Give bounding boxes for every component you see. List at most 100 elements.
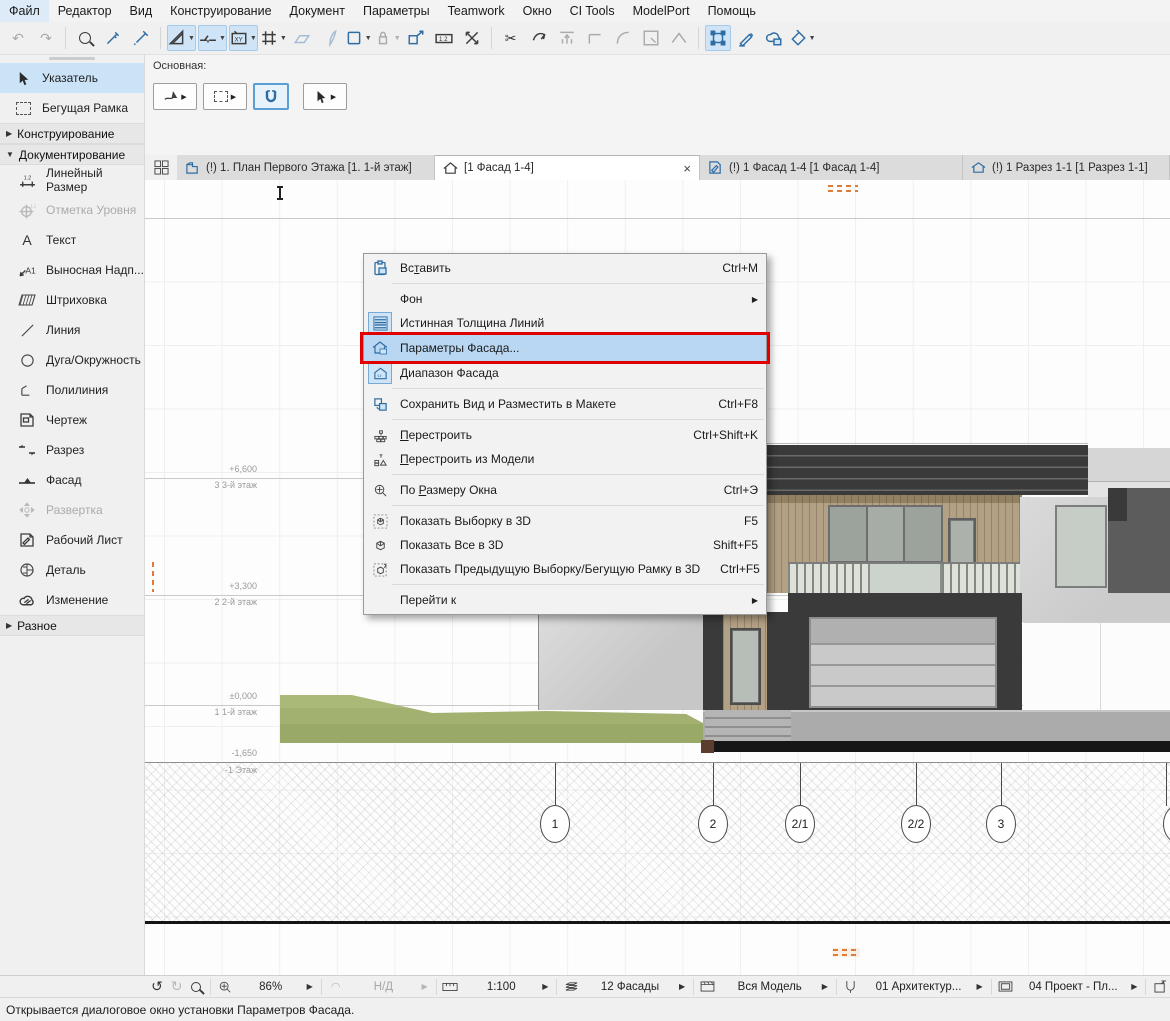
scale-icon[interactable] [441,982,461,992]
navigate-back-icon[interactable]: ↺ [147,978,167,995]
tool-label[interactable]: A1 Выносная Надп... [0,255,144,285]
edit-selection-icon[interactable] [705,25,731,51]
menu-item-show-previous-3d[interactable]: Показать Предыдущую Выборку/Бегущую Рамк… [364,557,766,581]
tool-linear-dimension[interactable]: 1.2 Линейный Размер [0,165,144,195]
tool-line[interactable]: Линия [0,315,144,345]
new-window-icon[interactable] [1150,980,1170,993]
menu-ci-tools[interactable]: CI Tools [561,0,624,22]
coordinates-xy-icon[interactable]: XY▼ [229,25,258,51]
feather-icon[interactable] [317,25,343,51]
paint-bucket-icon[interactable]: ▼ [789,25,816,51]
zoom-in-icon[interactable] [186,982,206,992]
magnet-toggle-button[interactable] [253,83,289,110]
tool-change[interactable]: Изменение [0,585,144,615]
tab-section[interactable]: (!) 1 Разрез 1-1 [1 Разрез 1-1] [963,155,1170,180]
close-icon[interactable]: × [683,161,691,176]
tool-level-dimension[interactable]: 1.2 Отметка Уровня [0,195,144,225]
section-design[interactable]: ▶ Конструирование [0,123,144,144]
dimension-12-icon[interactable]: 1 2 [431,25,457,51]
orientation-control[interactable]: Н/Д ▶ [345,981,431,993]
menu-item-paste[interactable]: Вставить Ctrl+M [364,256,766,280]
marquee-options-icon[interactable]: ▼ [345,25,372,51]
favorites-cloud-icon[interactable] [761,25,787,51]
menu-item-background[interactable]: Фон ▶ [364,287,766,311]
menu-item-show-all-3d[interactable]: Показать Все в 3D Shift+F5 [364,533,766,557]
marquee-method-button[interactable]: ▶ [203,83,247,110]
tool-interior-elevation[interactable]: Развертка [0,495,144,525]
menu-options[interactable]: Параметры [354,0,439,22]
tool-detail[interactable]: Деталь [0,555,144,585]
tool-text[interactable]: A Текст [0,225,144,255]
section-documentation[interactable]: ▼ Документирование [0,144,144,165]
master-layout-control[interactable]: 04 Проект - Пл... ▶ [1015,981,1141,993]
tool-marquee[interactable]: Бегущая Рамка [0,93,144,123]
menu-item-save-view[interactable]: Сохранить Вид и Разместить в Макете Ctrl… [364,392,766,416]
redo-icon[interactable]: ↷ [33,25,59,51]
tool-polyline[interactable]: Полилиния [0,375,144,405]
selection-method-button[interactable]: ▶ [153,83,197,110]
drawing-canvas[interactable]: +6,600 3 3-й этаж +3,300 2 2-й этаж ±0,0… [145,180,1170,975]
menu-document[interactable]: Документ [281,0,354,22]
adjust-icon[interactable] [526,25,552,51]
renovation-filter-control[interactable]: Вся Модель ▶ [718,981,832,993]
tool-drawing[interactable]: Чертеж [0,405,144,435]
tool-fill[interactable]: Штриховка [0,285,144,315]
tab-elevation-worksheet[interactable]: (!) 1 Фасад 1-4 [1 Фасад 1-4] [700,155,963,180]
suspend-groups-icon[interactable]: ▼ [374,25,401,51]
scale-control[interactable]: 1:100 ▶ [460,981,552,993]
layers-icon[interactable] [561,980,581,993]
pen-set-control[interactable]: 01 Архитектур... ▶ [861,981,987,993]
menu-window[interactable]: Окно [514,0,561,22]
tab-floor-plan[interactable]: (!) 1. План Первого Этажа [1. 1-й этаж] [177,155,435,180]
fillet-icon[interactable] [610,25,636,51]
layer-combination-control[interactable]: 12 Фасады ▶ [581,981,689,993]
guide-lines-icon[interactable]: ▼ [167,25,196,51]
intersect-icon[interactable] [582,25,608,51]
section-more[interactable]: ▶ Разное [0,615,144,636]
panel-grip[interactable] [49,57,95,60]
menu-design[interactable]: Конструирование [161,0,280,22]
menu-item-go-to[interactable]: Перейти к ▶ [364,588,766,612]
tool-worksheet[interactable]: Рабочий Лист [0,525,144,555]
find-select-icon[interactable] [72,25,98,51]
tool-elevation[interactable]: Фасад [0,465,144,495]
menu-view[interactable]: Вид [121,0,162,22]
menu-item-rebuild-from-model[interactable]: Перестроить из Модели [364,447,766,471]
quick-options-icon[interactable] [145,155,177,180]
layout-icon[interactable] [996,981,1016,992]
zoom-level-control[interactable]: 86% ▶ [235,981,317,993]
fit-in-window-icon[interactable] [215,980,235,994]
resize-icon[interactable] [638,25,664,51]
transform-icon[interactable] [403,25,429,51]
pen-set-icon[interactable] [841,980,861,993]
inject-parameters-icon[interactable] [128,25,154,51]
menu-item-show-selection-3d[interactable]: Показать Выборку в 3D F5 [364,509,766,533]
menu-item-fit-in-window[interactable]: По Размеру Окна Ctrl+Э [364,478,766,502]
orientation-icon[interactable]: ◠ [326,980,346,993]
menu-item-rebuild[interactable]: Перестроить Ctrl+Shift+K [364,423,766,447]
pick-up-parameters-icon[interactable] [100,25,126,51]
tab-elevation-active[interactable]: [1 Фасад 1-4] × [435,155,700,180]
renovation-filter-icon[interactable] [698,981,718,992]
pen-edit-icon[interactable] [733,25,759,51]
menu-help[interactable]: Помощь [699,0,765,22]
tool-arrow[interactable]: Указатель [0,63,144,93]
undo-icon[interactable]: ↶ [5,25,31,51]
skew-plane-icon[interactable] [289,25,315,51]
menu-teamwork[interactable]: Teamwork [439,0,514,22]
split-icon[interactable]: ✂ [498,25,524,51]
arrow-mode-button[interactable]: ▶ [303,83,347,110]
fit-marquee-icon[interactable] [459,25,485,51]
navigate-forward-icon[interactable]: ↻ [167,978,187,995]
menu-item-elevation-range[interactable]: ‹› Диапазон Фасада [364,361,766,385]
snap-grid-icon[interactable]: ▼ [260,25,287,51]
menu-file[interactable]: Файл [0,0,49,22]
tool-section[interactable]: Разрез [0,435,144,465]
snap-guides-icon[interactable]: ▼ [198,25,227,51]
tool-arc-circle[interactable]: Дуга/Окружность [0,345,144,375]
tool-label: Выносная Надп... [46,263,144,277]
menu-modelport[interactable]: ModelPort [624,0,699,22]
roof-icon[interactable] [666,25,692,51]
menu-edit[interactable]: Редактор [49,0,121,22]
align-icon[interactable] [554,25,580,51]
